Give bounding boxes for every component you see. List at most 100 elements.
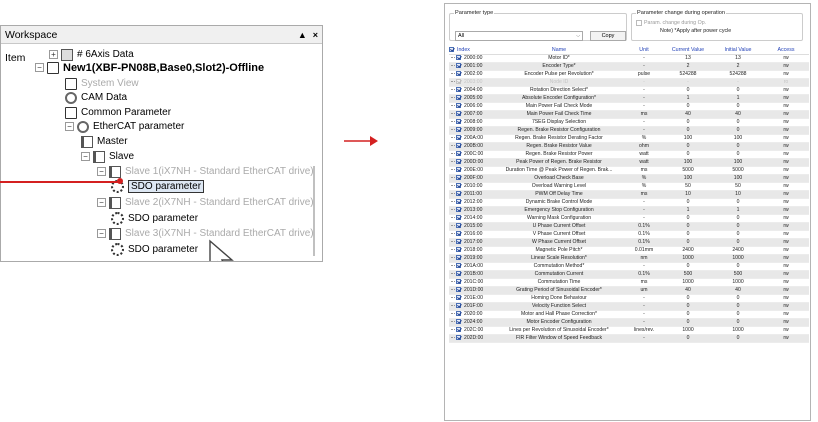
row-checkbox[interactable]	[456, 63, 461, 69]
row-checkbox[interactable]	[456, 295, 461, 301]
row-checkbox[interactable]	[456, 255, 461, 261]
table-row[interactable]: 201B:00 Commutation Current 0.1% 500 500 rw	[449, 270, 809, 279]
select-all-checkbox[interactable]	[449, 47, 454, 53]
table-row[interactable]: 200F:00 Overload Check Base% 100 100 rw	[449, 174, 809, 183]
tree-item[interactable]: SDO parameter	[111, 211, 198, 226]
row-checkbox[interactable]	[456, 271, 461, 277]
row-checkbox[interactable]	[456, 247, 461, 253]
table-row[interactable]: 2011:00 PWM Off Delay Time ms 10 10 rw	[449, 190, 809, 199]
table-cell[interactable]: 10	[663, 190, 713, 199]
copy-button[interactable]: Copy	[590, 31, 626, 41]
tree-item[interactable]: − Slave	[81, 149, 134, 164]
row-checkbox[interactable]	[456, 327, 461, 333]
table-row[interactable]: 2003:00 Node ID - - - ro	[449, 78, 809, 87]
collapse-icon[interactable]: −	[65, 122, 74, 131]
table-cell[interactable]: 0	[663, 310, 713, 319]
row-checkbox[interactable]	[456, 95, 461, 101]
table-row[interactable]: 2009:00 Regen. Brake Resistor Configurati…	[449, 126, 809, 135]
table-cell[interactable]: 0	[663, 238, 713, 247]
table-cell[interactable]: 0	[663, 318, 713, 327]
row-checkbox[interactable]	[456, 183, 461, 189]
row-checkbox[interactable]	[456, 191, 461, 197]
tree-scrollbar[interactable]	[313, 166, 315, 256]
tree-item[interactable]: − New1(XBF-PN08B,Base0,Slot2)-Offline	[35, 60, 264, 75]
table-cell[interactable]: 0	[663, 142, 713, 151]
row-checkbox[interactable]	[456, 223, 461, 229]
row-checkbox[interactable]	[456, 175, 461, 181]
table-row[interactable]: 201F:00 Velocity Function Select -0 0 rw	[449, 302, 809, 311]
row-checkbox[interactable]	[456, 55, 461, 61]
row-checkbox[interactable]	[456, 71, 461, 77]
table-row[interactable]: 2024:00 Motor Encoder Configuration -0 0 rw	[449, 318, 809, 327]
row-checkbox[interactable]	[456, 167, 461, 173]
table-row[interactable]: 2020:00 Motor and Hall Phase Correction* -…	[449, 310, 809, 319]
table-cell[interactable]: 5000	[663, 166, 713, 175]
table-row[interactable]: 2004:00 Rotation Direction Select* -0 0 rw	[449, 86, 809, 95]
table-row[interactable]: 2010:00 Overload Warning Level% 50 50 rw	[449, 182, 809, 191]
table-cell[interactable]: 0	[663, 126, 713, 135]
tree-item[interactable]: SDO parameter	[111, 179, 205, 194]
column-header[interactable]: Current Value	[663, 47, 713, 55]
row-checkbox[interactable]	[456, 311, 461, 317]
table-cell[interactable]: 40	[663, 110, 713, 119]
collapse-icon[interactable]: −	[35, 63, 44, 72]
table-cell[interactable]: 100	[663, 134, 713, 143]
tree-item[interactable]: − Slave 2(iX7NH - Standard EtherCAT drive…	[97, 195, 314, 210]
pin-icon[interactable]: ▲	[298, 30, 307, 40]
row-checkbox[interactable]	[456, 79, 461, 85]
row-checkbox[interactable]	[456, 199, 461, 205]
param-change-checkbox[interactable]: Param. change during Op.	[636, 20, 706, 26]
table-cell[interactable]: 13	[663, 54, 713, 63]
collapse-icon[interactable]: −	[81, 152, 90, 161]
table-row[interactable]: 2019:00 Linear Scale Resolution* nm 1000 100…	[449, 254, 809, 263]
table-row[interactable]: 2017:00 W Phase Current Offset 0.1% 0 0 rw	[449, 238, 809, 247]
parameter-type-select[interactable]: All ⌵	[455, 31, 583, 41]
table-row[interactable]: 2008:00 7SEG Display Selection -0 0 rw	[449, 118, 809, 127]
table-cell[interactable]: 0	[663, 86, 713, 95]
table-cell[interactable]: 2	[663, 62, 713, 71]
row-checkbox[interactable]	[456, 231, 461, 237]
column-header[interactable]: Unit	[625, 47, 663, 55]
row-checkbox[interactable]	[456, 159, 461, 165]
table-cell[interactable]: 100	[663, 158, 713, 167]
row-checkbox[interactable]	[456, 127, 461, 133]
table-row[interactable]: 2013:00 Emergency Stop Configuration -1 1 rw	[449, 206, 809, 215]
collapse-icon[interactable]: −	[97, 167, 106, 176]
table-cell[interactable]: 1000	[663, 254, 713, 263]
table-cell[interactable]: 50	[663, 182, 713, 191]
table-row[interactable]: 2000:00 Motor ID* -13 13 rw	[449, 54, 809, 63]
table-row[interactable]: 2002:00 Encoder Pulse per Revolution* puls…	[449, 70, 809, 79]
table-row[interactable]: 202C:00 Lines per Revolution of Sinusoida…	[449, 326, 809, 335]
table-cell[interactable]: 0	[663, 294, 713, 303]
row-checkbox[interactable]	[456, 263, 461, 269]
table-cell[interactable]: 1	[663, 94, 713, 103]
tree-item[interactable]: − EtherCAT parameter	[65, 119, 184, 134]
table-cell[interactable]: 0	[663, 230, 713, 239]
row-checkbox[interactable]	[456, 319, 461, 325]
row-checkbox[interactable]	[456, 303, 461, 309]
row-checkbox[interactable]	[456, 279, 461, 285]
table-cell[interactable]: -	[663, 78, 713, 87]
row-checkbox[interactable]	[456, 287, 461, 293]
tree-item[interactable]: SDO parameter	[111, 242, 198, 257]
tree-item[interactable]: System View	[65, 76, 139, 91]
row-checkbox[interactable]	[456, 103, 461, 109]
row-checkbox[interactable]	[456, 207, 461, 213]
collapse-icon[interactable]: −	[97, 229, 106, 238]
row-checkbox[interactable]	[456, 119, 461, 125]
table-cell[interactable]: 0	[663, 334, 713, 343]
table-row[interactable]: 200A:00 Regen. Brake Resistor Derating Fa…	[449, 134, 809, 143]
tree-item[interactable]: Common Parameter	[65, 105, 171, 120]
row-checkbox[interactable]	[456, 143, 461, 149]
collapse-icon[interactable]: −	[97, 198, 106, 207]
table-row[interactable]: 2007:00 Main Power Fail Check Time ms 40 40 r…	[449, 110, 809, 119]
table-row[interactable]: 2015:00 U Phase Current Offset 0.1% 0 0 rw	[449, 222, 809, 231]
row-checkbox[interactable]	[456, 135, 461, 141]
table-row[interactable]: 200E:00 Duration Time @ Peak Power of Reg…	[449, 166, 809, 175]
row-checkbox[interactable]	[456, 111, 461, 117]
table-cell[interactable]: 2400	[663, 246, 713, 255]
table-cell[interactable]: 40	[663, 286, 713, 295]
table-row[interactable]: 202D:00 FIR Filter Window of Speed Feedba…	[449, 334, 809, 343]
table-row[interactable]: 2006:00 Main Power Fail Check Mode -0 0 rw	[449, 102, 809, 111]
table-row[interactable]: 2012:00 Dynamic Brake Control Mode -0 0 rw	[449, 198, 809, 207]
